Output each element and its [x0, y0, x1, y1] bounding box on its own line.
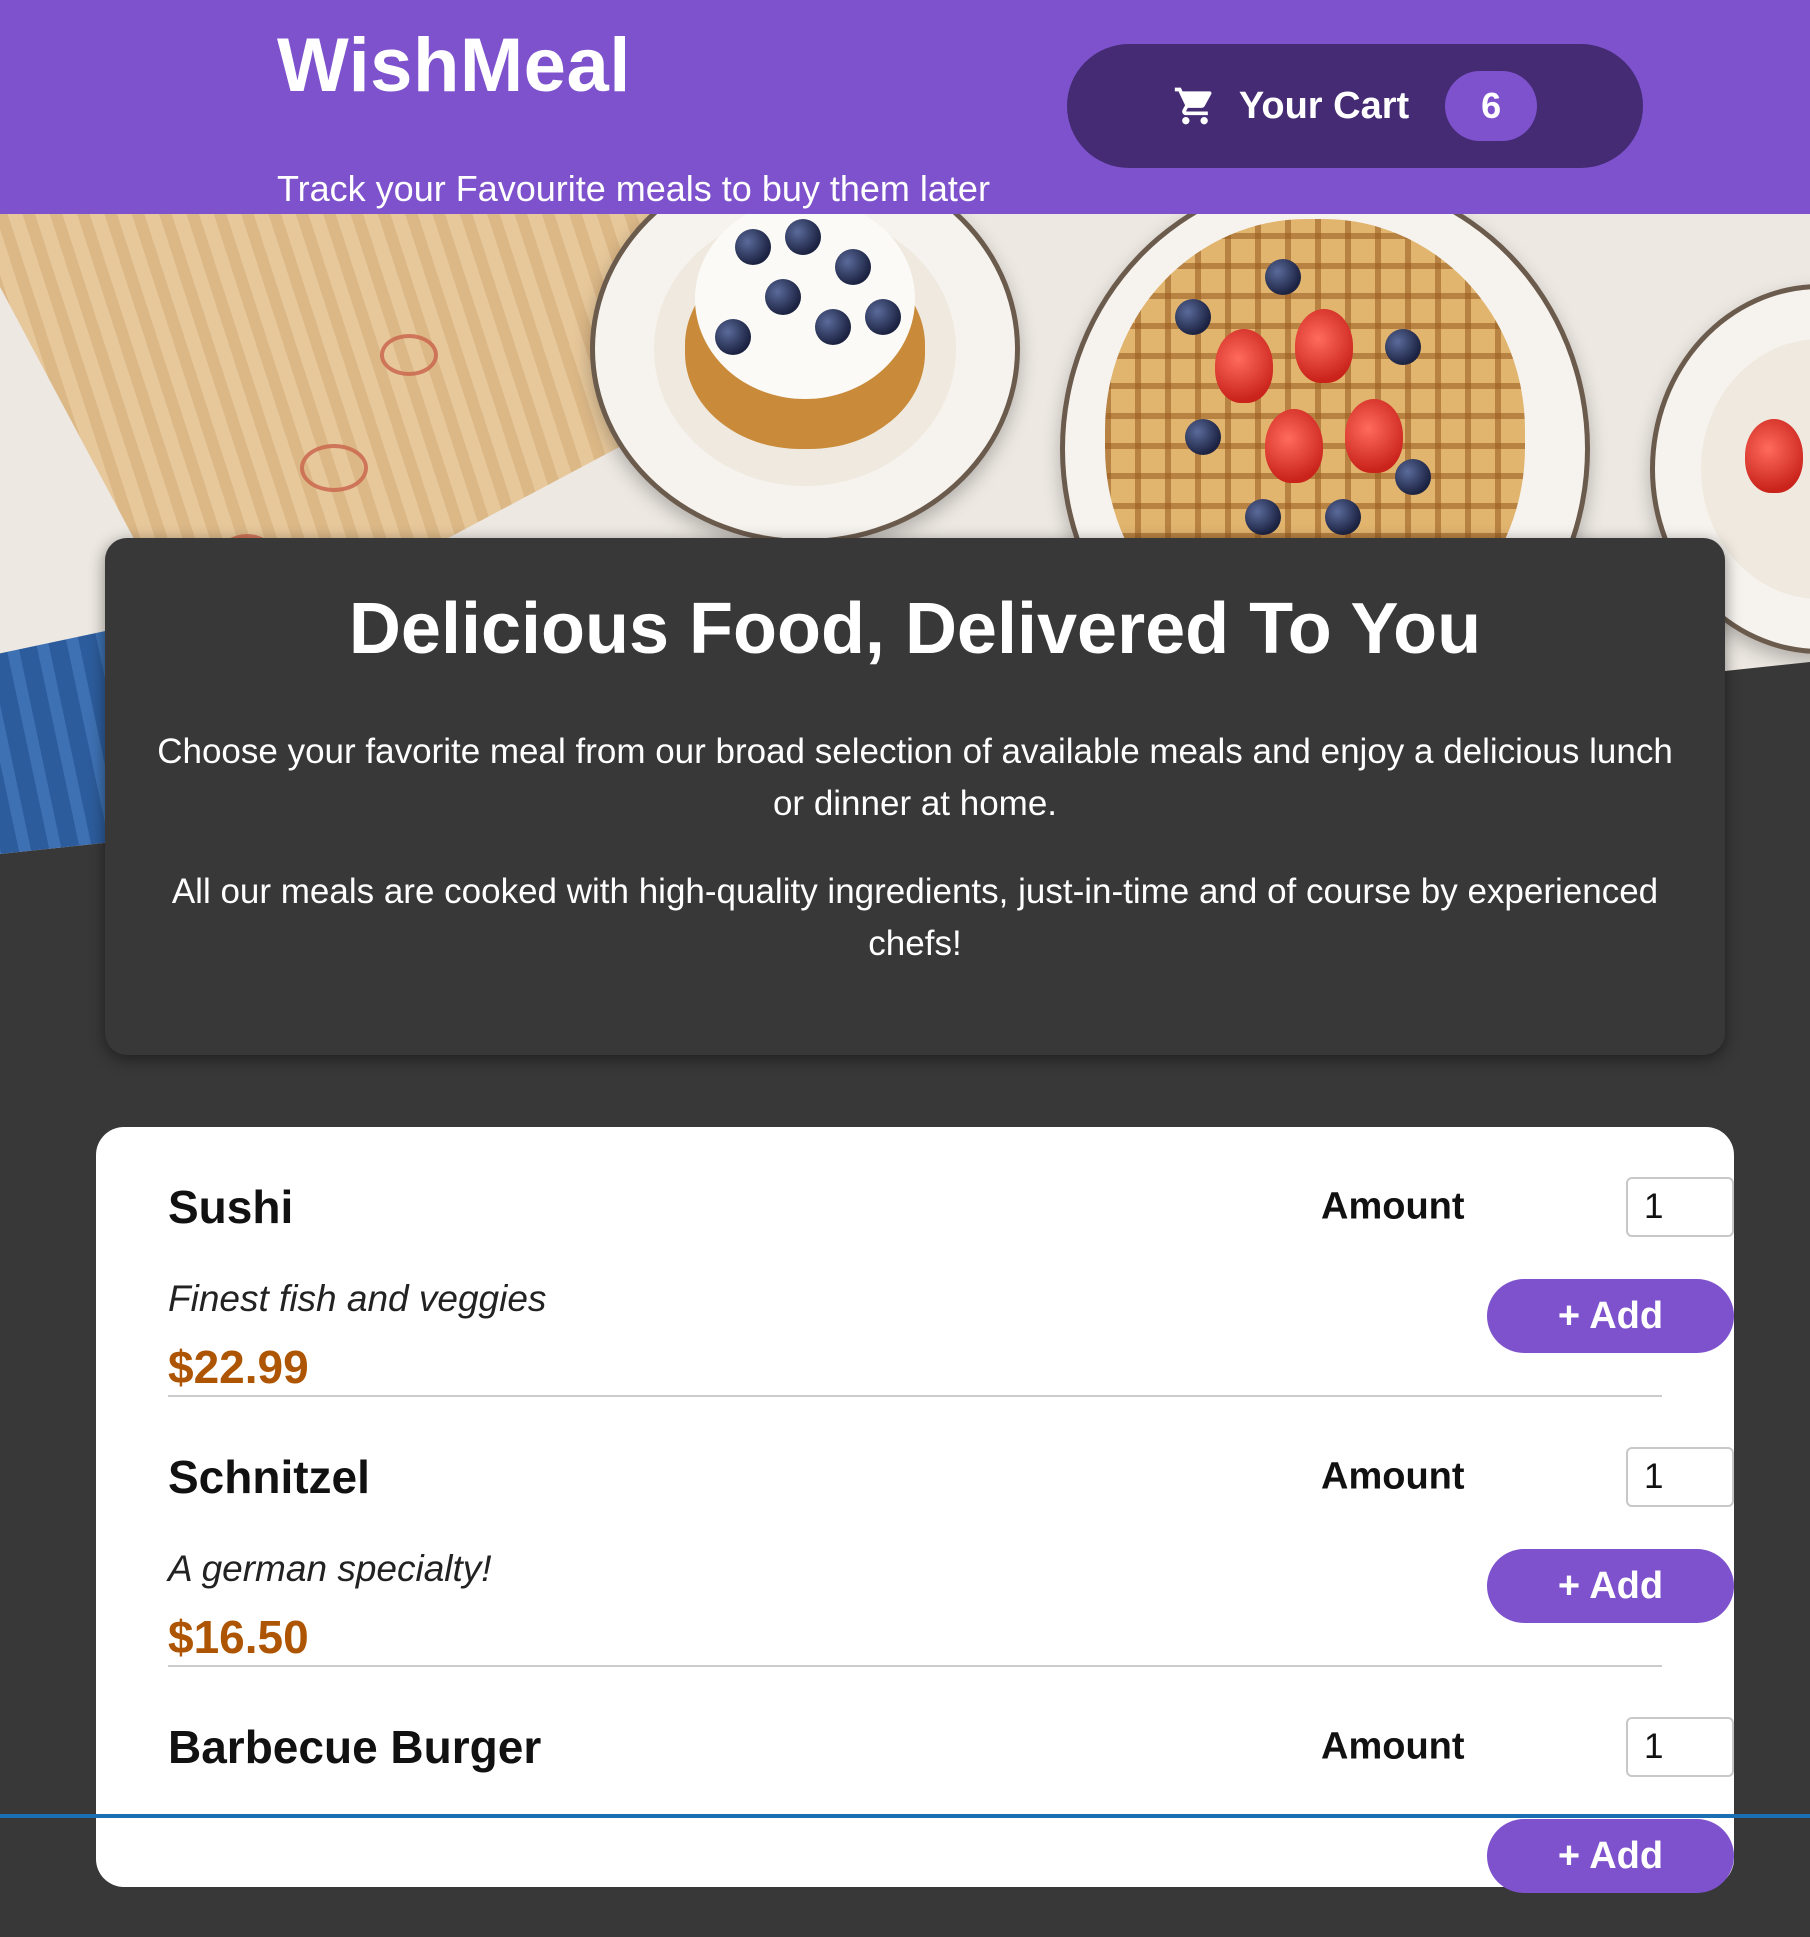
blueberry — [715, 319, 751, 355]
brand-tagline: Track your Favourite meals to buy them l… — [277, 168, 990, 209]
blueberry — [1265, 259, 1301, 295]
meal-name: Barbecue Burger — [168, 1721, 542, 1773]
meals-card: Sushi Finest fish and veggies $22.99 Amo… — [96, 1127, 1734, 1893]
blueberry — [1175, 299, 1211, 335]
blueberry — [815, 309, 851, 345]
summary-paragraph: All our meals are cooked with high-quali… — [171, 872, 1659, 964]
strawberry — [1345, 399, 1403, 473]
summary-paragraph: Choose your favorite meal from our broad… — [157, 732, 1673, 824]
blueberry — [835, 249, 871, 285]
strawberry — [1745, 419, 1803, 493]
add-button[interactable]: + Add — [1487, 1279, 1734, 1353]
amount-input[interactable] — [1626, 1717, 1734, 1777]
blueberry — [865, 299, 901, 335]
cart-label: Your Cart — [1238, 84, 1410, 127]
blueberry — [1395, 459, 1431, 495]
strawberry — [1265, 409, 1323, 483]
meal-description: A german specialty! — [168, 1548, 492, 1589]
tablecloth-pattern — [380, 334, 438, 376]
brand-title: WishMeal — [277, 23, 631, 108]
amount-input[interactable] — [1626, 1177, 1734, 1237]
strawberry — [1295, 309, 1353, 383]
meal-description: Finest fish and veggies — [168, 1278, 547, 1319]
add-button[interactable]: + Add — [1487, 1549, 1734, 1623]
cart-icon — [1173, 84, 1217, 128]
amount-input[interactable] — [1626, 1447, 1734, 1507]
meal-item: Sushi Finest fish and veggies $22.99 Amo… — [168, 1127, 1734, 1397]
blueberry — [785, 219, 821, 255]
meal-price: $22.99 — [168, 1341, 309, 1393]
cart-button[interactable]: Your Cart 6 — [1067, 44, 1643, 168]
blueberry — [1185, 419, 1221, 455]
summary-card: Delicious Food, Delivered To You Choose … — [105, 538, 1725, 1055]
meal-price: $16.50 — [168, 1611, 309, 1663]
cart-count-badge: 6 — [1445, 71, 1538, 141]
strawberry — [1215, 329, 1273, 403]
meal-item: Barbecue Burger Amount + Add — [168, 1667, 1734, 1937]
blueberry — [735, 229, 771, 265]
blueberry — [1325, 499, 1361, 535]
blueberry — [765, 279, 801, 315]
meal-item: Schnitzel A german specialty! $16.50 Amo… — [168, 1397, 1734, 1667]
amount-label: Amount — [1321, 1725, 1465, 1768]
summary-title: Delicious Food, Delivered To You — [348, 589, 1482, 669]
tablecloth-pattern — [300, 444, 368, 492]
blueberry — [1385, 329, 1421, 365]
amount-label: Amount — [1321, 1185, 1465, 1228]
window-bottom-edge — [0, 1814, 1810, 1818]
blueberry — [1245, 499, 1281, 535]
meal-name: Schnitzel — [168, 1451, 370, 1503]
add-button[interactable]: + Add — [1487, 1819, 1734, 1893]
app-header: WishMeal Track your Favourite meals to b… — [0, 0, 1810, 214]
meal-name: Sushi — [168, 1181, 294, 1233]
pancake-plate — [590, 214, 1020, 544]
amount-label: Amount — [1321, 1455, 1465, 1498]
